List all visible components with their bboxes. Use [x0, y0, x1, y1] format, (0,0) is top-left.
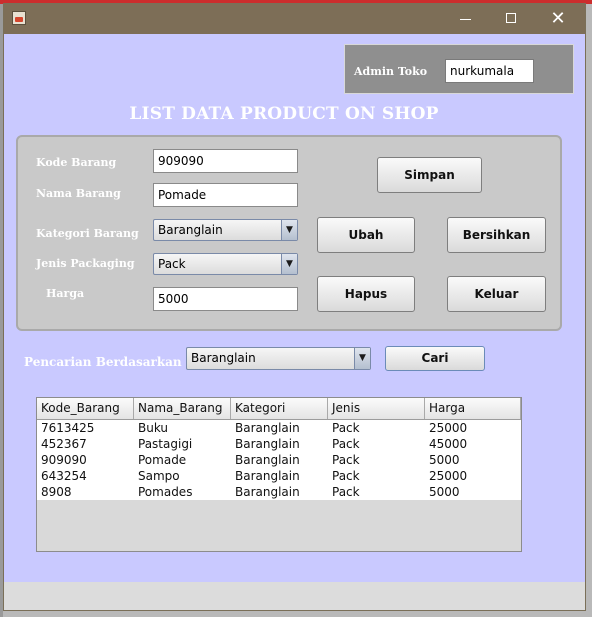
jenis-packaging-value: Pack: [158, 257, 186, 271]
table-cell: 45000: [429, 437, 468, 451]
title-bar[interactable]: ✕: [4, 4, 585, 34]
search-category-select[interactable]: Baranglain ▼: [186, 347, 371, 370]
close-icon: ✕: [550, 8, 566, 29]
minimize-button[interactable]: [443, 4, 489, 34]
table-row[interactable]: 909090 Pomade Baranglain Pack 5000: [37, 452, 521, 468]
chevron-down-icon: ▼: [354, 348, 370, 369]
table-cell: 8908: [41, 485, 72, 499]
table-cell: Pack: [332, 469, 360, 483]
page-title: LIST DATA PRODUCT ON SHOP: [129, 104, 439, 124]
table-row[interactable]: 8908 Pomades Baranglain Pack 5000: [37, 484, 521, 500]
product-form-panel: Kode Barang 909090 Nama Barang Pomade Ka…: [16, 135, 562, 331]
table-cell: 7613425: [41, 421, 95, 435]
chevron-down-icon: ▼: [281, 254, 297, 274]
table-cell: 452367: [41, 437, 87, 451]
kode-barang-label: Kode Barang: [36, 156, 117, 169]
table-cell: 643254: [41, 469, 87, 483]
table-body: 7613425 Buku Baranglain Pack 25000 45236…: [37, 420, 521, 500]
simpan-button[interactable]: Simpan: [377, 157, 482, 193]
jenis-packaging-label: Jenis Packaging: [36, 257, 135, 270]
admin-panel: Admin Toko nurkumala: [344, 44, 574, 94]
table-cell: Baranglain: [235, 469, 300, 483]
jenis-packaging-select[interactable]: Pack ▼: [153, 253, 298, 275]
hapus-button[interactable]: Hapus: [317, 276, 415, 312]
chevron-down-icon: ▼: [281, 220, 297, 240]
keluar-button[interactable]: Keluar: [447, 276, 546, 312]
nama-barang-label: Nama Barang: [36, 187, 121, 200]
table-cell: Pack: [332, 485, 360, 499]
product-table[interactable]: Kode_Barang Nama_Barang Kategori Jenis H…: [36, 397, 522, 552]
java-app-icon: [12, 11, 26, 25]
table-row[interactable]: 452367 Pastagigi Baranglain Pack 45000: [37, 436, 521, 452]
admin-name-field[interactable]: nurkumala: [445, 59, 534, 83]
column-header-kode-barang[interactable]: Kode_Barang: [37, 398, 134, 419]
table-row[interactable]: 643254 Sampo Baranglain Pack 25000: [37, 468, 521, 484]
table-cell: Pack: [332, 453, 360, 467]
table-row[interactable]: 7613425 Buku Baranglain Pack 25000: [37, 420, 521, 436]
table-cell: Sampo: [138, 469, 180, 483]
harga-field[interactable]: 5000: [153, 287, 298, 311]
kategori-barang-select[interactable]: Baranglain ▼: [153, 219, 298, 241]
table-cell: Baranglain: [235, 485, 300, 499]
search-label: Pencarian Berdasarkan: [24, 355, 182, 369]
table-cell: 5000: [429, 453, 460, 467]
table-cell: 5000: [429, 485, 460, 499]
table-cell: Pomades: [138, 485, 193, 499]
table-cell: Baranglain: [235, 437, 300, 451]
table-header: Kode_Barang Nama_Barang Kategori Jenis H…: [37, 398, 521, 420]
maximize-button[interactable]: [489, 4, 535, 34]
search-category-value: Baranglain: [191, 351, 256, 365]
table-cell: Baranglain: [235, 453, 300, 467]
nama-barang-field[interactable]: Pomade: [153, 183, 298, 207]
column-header-jenis[interactable]: Jenis: [328, 398, 425, 419]
column-header-nama-barang[interactable]: Nama_Barang: [134, 398, 231, 419]
table-cell: Buku: [138, 421, 169, 435]
table-cell: Pastagigi: [138, 437, 193, 451]
column-header-kategori[interactable]: Kategori: [231, 398, 328, 419]
harga-label: Harga: [46, 287, 85, 300]
bottom-bar: [4, 582, 585, 610]
bersihkan-button[interactable]: Bersihkan: [447, 217, 546, 253]
kode-barang-field[interactable]: 909090: [153, 149, 298, 173]
ubah-button[interactable]: Ubah: [317, 217, 415, 253]
admin-label: Admin Toko: [354, 65, 428, 78]
table-cell: 909090: [41, 453, 87, 467]
table-cell: 25000: [429, 469, 468, 483]
kategori-barang-label: Kategori Barang: [36, 227, 139, 240]
table-cell: Pack: [332, 421, 360, 435]
table-cell: Pomade: [138, 453, 187, 467]
maximize-icon: [506, 13, 516, 23]
kategori-barang-value: Baranglain: [158, 223, 223, 237]
minimize-icon: [460, 19, 471, 20]
column-header-harga[interactable]: Harga: [425, 398, 521, 419]
table-cell: Baranglain: [235, 421, 300, 435]
close-button[interactable]: ✕: [535, 4, 581, 34]
app-window: ✕ Admin Toko nurkumala LIST DATA PRODUCT…: [3, 3, 586, 611]
table-cell: 25000: [429, 421, 468, 435]
table-cell: Pack: [332, 437, 360, 451]
cari-button[interactable]: Cari: [385, 346, 485, 371]
